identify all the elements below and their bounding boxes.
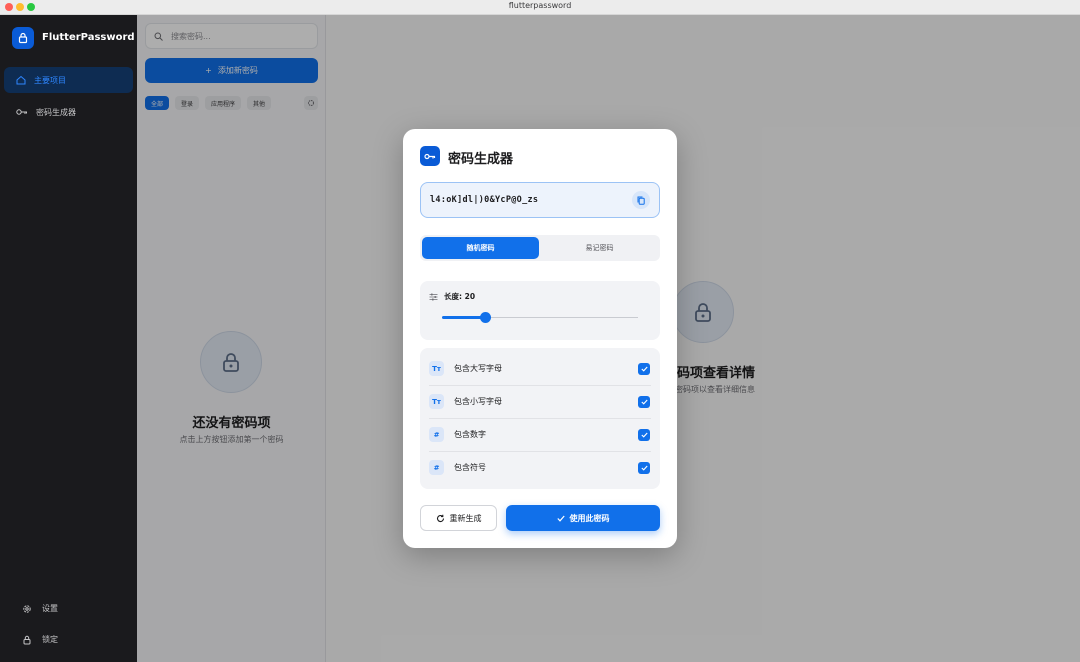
uppercase-checkbox[interactable] <box>638 362 650 375</box>
sidebar: FlutterPassword 主要项目 密码生成器 设置 锁定 <box>0 15 137 662</box>
option-uppercase[interactable]: Tт 包含大写字母 <box>420 352 660 385</box>
regenerate-button[interactable]: 重新生成 <box>420 505 497 531</box>
refresh-icon <box>436 514 444 522</box>
option-symbols[interactable]: # 包含符号 <box>420 451 660 484</box>
tab-random-password[interactable]: 随机密码 <box>422 237 539 259</box>
hash-icon: # <box>429 460 444 475</box>
symbols-checkbox[interactable] <box>638 461 650 474</box>
generated-password: l4:oK]dl|)0&YcP@O_zs <box>430 195 539 205</box>
key-icon <box>16 109 27 115</box>
lowercase-checkbox[interactable] <box>638 395 650 408</box>
copy-icon[interactable] <box>632 191 650 209</box>
dialog-title: 密码生成器 <box>448 152 514 167</box>
home-icon <box>16 75 26 85</box>
text-case-icon: Tт <box>429 394 444 409</box>
sidebar-item-settings[interactable]: 设置 <box>22 603 58 614</box>
length-label-row: 长度: 20 <box>429 291 475 302</box>
option-numbers[interactable]: # 包含数字 <box>420 418 660 451</box>
sliders-icon <box>429 293 438 300</box>
use-password-button[interactable]: 使用此密码 <box>506 505 660 531</box>
title-bar: flutterpassword <box>0 0 1080 15</box>
hash-icon: # <box>429 427 444 442</box>
gear-icon <box>23 604 31 613</box>
text-case-icon: Tт <box>429 361 444 376</box>
window-title: flutterpassword <box>508 1 572 10</box>
key-icon <box>420 146 440 166</box>
length-slider-thumb[interactable] <box>479 312 491 323</box>
option-label: 包含小写字母 <box>454 397 502 406</box>
option-lowercase[interactable]: Tт 包含小写字母 <box>420 385 660 418</box>
character-options: Tт 包含大写字母 Tт 包含小写字母 # 包含数字 # 包含符号 <box>420 348 660 489</box>
option-label: 包含数字 <box>454 430 486 439</box>
check-icon <box>640 366 648 372</box>
sidebar-item-main[interactable]: 主要项目 <box>4 67 133 93</box>
length-section: 长度: 20 <box>420 281 660 340</box>
lock-icon <box>23 635 31 644</box>
check-icon <box>640 432 648 438</box>
app-name: FlutterPassword <box>42 32 135 43</box>
use-password-label: 使用此密码 <box>569 513 610 523</box>
sidebar-item-generator[interactable]: 密码生成器 <box>4 99 133 125</box>
sidebar-item-lock[interactable]: 锁定 <box>22 634 58 645</box>
app-logo-icon <box>12 27 34 49</box>
check-icon <box>556 515 565 522</box>
option-label: 包含大写字母 <box>454 364 502 373</box>
length-label: 长度: 20 <box>444 292 476 301</box>
password-generator-dialog: 密码生成器 l4:oK]dl|)0&YcP@O_zs 随机密码 易记密码 长度:… <box>403 129 677 548</box>
check-icon <box>640 399 648 405</box>
generated-password-field[interactable]: l4:oK]dl|)0&YcP@O_zs <box>420 182 660 218</box>
tab-memorable-password[interactable]: 易记密码 <box>541 237 658 259</box>
regenerate-label: 重新生成 <box>449 513 482 523</box>
length-slider-fill <box>442 316 486 319</box>
option-label: 包含符号 <box>454 463 486 472</box>
sidebar-item-label: 锁定 <box>42 635 58 644</box>
sidebar-item-label: 设置 <box>42 604 58 613</box>
sidebar-item-label: 密码生成器 <box>36 107 76 117</box>
sidebar-item-label: 主要项目 <box>34 75 66 85</box>
check-icon <box>640 465 648 471</box>
mode-segmented-control: 随机密码 易记密码 <box>420 235 660 261</box>
numbers-checkbox[interactable] <box>638 428 650 441</box>
